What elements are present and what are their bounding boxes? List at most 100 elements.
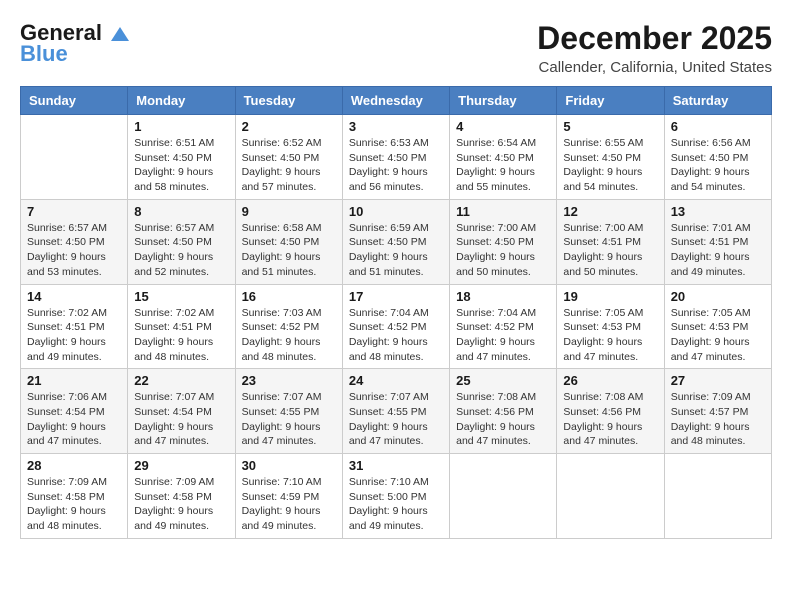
- day-number: 28: [27, 458, 121, 473]
- sunrise-label: Sunrise: 7:09 AM: [27, 476, 107, 488]
- daylight-label: Daylight: 9 hours and 53 minutes.: [27, 251, 106, 278]
- sunrise-label: Sunrise: 6:51 AM: [134, 137, 214, 149]
- calendar-cell: 13Sunrise: 7:01 AMSunset: 4:51 PMDayligh…: [664, 199, 771, 284]
- page-header: General Blue December 2025 Callender, Ca…: [20, 20, 772, 76]
- sunset-label: Sunset: 4:55 PM: [242, 406, 320, 418]
- sunrise-label: Sunrise: 7:07 AM: [349, 391, 429, 403]
- day-info: Sunrise: 7:09 AMSunset: 4:58 PMDaylight:…: [134, 475, 228, 534]
- day-number: 12: [563, 204, 657, 219]
- sunrise-label: Sunrise: 7:04 AM: [456, 307, 536, 319]
- daylight-label: Daylight: 9 hours and 51 minutes.: [349, 251, 428, 278]
- daylight-label: Daylight: 9 hours and 47 minutes.: [242, 421, 321, 448]
- col-monday: Monday: [128, 87, 235, 115]
- daylight-label: Daylight: 9 hours and 55 minutes.: [456, 166, 535, 193]
- sunrise-label: Sunrise: 6:56 AM: [671, 137, 751, 149]
- day-info: Sunrise: 7:10 AMSunset: 4:59 PMDaylight:…: [242, 475, 336, 534]
- calendar-cell: 31Sunrise: 7:10 AMSunset: 5:00 PMDayligh…: [342, 454, 449, 539]
- day-number: 16: [242, 289, 336, 304]
- day-number: 25: [456, 373, 550, 388]
- daylight-label: Daylight: 9 hours and 56 minutes.: [349, 166, 428, 193]
- sunrise-label: Sunrise: 7:04 AM: [349, 307, 429, 319]
- day-info: Sunrise: 6:59 AMSunset: 4:50 PMDaylight:…: [349, 221, 443, 280]
- calendar-row: 1Sunrise: 6:51 AMSunset: 4:50 PMDaylight…: [21, 115, 772, 200]
- daylight-label: Daylight: 9 hours and 49 minutes.: [242, 505, 321, 532]
- day-info: Sunrise: 7:03 AMSunset: 4:52 PMDaylight:…: [242, 306, 336, 365]
- sunrise-label: Sunrise: 6:58 AM: [242, 222, 322, 234]
- day-number: 18: [456, 289, 550, 304]
- calendar-cell: 20Sunrise: 7:05 AMSunset: 4:53 PMDayligh…: [664, 284, 771, 369]
- title-block: December 2025 Callender, California, Uni…: [537, 20, 772, 76]
- sunrise-label: Sunrise: 6:54 AM: [456, 137, 536, 149]
- logo: General Blue: [20, 20, 132, 67]
- sunset-label: Sunset: 4:54 PM: [27, 406, 105, 418]
- day-number: 26: [563, 373, 657, 388]
- sunset-label: Sunset: 4:53 PM: [563, 321, 641, 333]
- sunrise-label: Sunrise: 7:02 AM: [27, 307, 107, 319]
- sunrise-label: Sunrise: 7:06 AM: [27, 391, 107, 403]
- logo-icon: [109, 23, 131, 45]
- day-number: 29: [134, 458, 228, 473]
- sunset-label: Sunset: 4:50 PM: [456, 152, 534, 164]
- calendar-cell: 7Sunrise: 6:57 AMSunset: 4:50 PMDaylight…: [21, 199, 128, 284]
- day-info: Sunrise: 6:57 AMSunset: 4:50 PMDaylight:…: [27, 221, 121, 280]
- sunrise-label: Sunrise: 7:08 AM: [563, 391, 643, 403]
- daylight-label: Daylight: 9 hours and 47 minutes.: [456, 336, 535, 363]
- day-number: 19: [563, 289, 657, 304]
- day-number: 21: [27, 373, 121, 388]
- day-info: Sunrise: 7:08 AM Sunset: 4:56 PM Daylight:…: [563, 390, 657, 449]
- daylight-label: Daylight: 9 hours and 50 minutes.: [563, 251, 642, 278]
- calendar-cell: 24Sunrise: 7:07 AMSunset: 4:55 PMDayligh…: [342, 369, 449, 454]
- sunrise-label: Sunrise: 6:52 AM: [242, 137, 322, 149]
- sunset-label: Sunset: 4:50 PM: [134, 236, 212, 248]
- sunset-label: Sunset: 4:50 PM: [242, 152, 320, 164]
- calendar-cell: 10Sunrise: 6:59 AMSunset: 4:50 PMDayligh…: [342, 199, 449, 284]
- daylight-label: Daylight: 9 hours and 54 minutes.: [563, 166, 642, 193]
- calendar-cell: 2Sunrise: 6:52 AMSunset: 4:50 PMDaylight…: [235, 115, 342, 200]
- day-number: 3: [349, 119, 443, 134]
- sunset-label: Sunset: 4:50 PM: [242, 236, 320, 248]
- sunset-label: Sunset: 4:51 PM: [563, 236, 641, 248]
- calendar-cell: 6Sunrise: 6:56 AMSunset: 4:50 PMDaylight…: [664, 115, 771, 200]
- sunrise-label: Sunrise: 6:57 AM: [27, 222, 107, 234]
- col-sunday: Sunday: [21, 87, 128, 115]
- daylight-label: Daylight: 9 hours and 51 minutes.: [242, 251, 321, 278]
- calendar-cell: [21, 115, 128, 200]
- calendar-cell: 14Sunrise: 7:02 AMSunset: 4:51 PMDayligh…: [21, 284, 128, 369]
- day-info: Sunrise: 6:51 AMSunset: 4:50 PMDaylight:…: [134, 136, 228, 195]
- daylight-label: Daylight: 9 hours and 48 minutes.: [671, 421, 750, 448]
- daylight-label: Daylight: 9 hours and 47 minutes.: [671, 336, 750, 363]
- calendar-cell: 23Sunrise: 7:07 AMSunset: 4:55 PMDayligh…: [235, 369, 342, 454]
- daylight-label: Daylight: 9 hours and 54 minutes.: [671, 166, 750, 193]
- sunset-label: Sunset: 4:56 PM: [563, 406, 641, 418]
- day-info: Sunrise: 6:58 AM Sunset: 4:50 PM Daylight:…: [242, 221, 336, 280]
- day-number: 9: [242, 204, 336, 219]
- sunset-label: Sunset: 4:50 PM: [349, 152, 427, 164]
- sunset-label: Sunset: 4:50 PM: [671, 152, 749, 164]
- calendar-cell: 26 Sunrise: 7:08 AM Sunset: 4:56 PM Dayligh…: [557, 369, 664, 454]
- daylight-label: Daylight: 9 hours and 49 minutes.: [671, 251, 750, 278]
- location: Callender, California, United States: [537, 59, 772, 76]
- daylight-label: Daylight: 9 hours and 47 minutes.: [456, 421, 535, 448]
- calendar-cell: 15Sunrise: 7:02 AMSunset: 4:51 PMDayligh…: [128, 284, 235, 369]
- daylight-label: Daylight: 9 hours and 47 minutes.: [563, 421, 642, 448]
- day-number: 24: [349, 373, 443, 388]
- daylight-label: Daylight: 9 hours and 49 minutes.: [27, 336, 106, 363]
- calendar-cell: 9 Sunrise: 6:58 AM Sunset: 4:50 PM Daylight…: [235, 199, 342, 284]
- daylight-label: Daylight: 9 hours and 47 minutes.: [134, 421, 213, 448]
- day-info: Sunrise: 7:10 AMSunset: 5:00 PMDaylight:…: [349, 475, 443, 534]
- daylight-label: Daylight: 9 hours and 48 minutes.: [349, 336, 428, 363]
- sunrise-label: Sunrise: 7:01 AM: [671, 222, 751, 234]
- day-info: Sunrise: 6:53 AMSunset: 4:50 PMDaylight:…: [349, 136, 443, 195]
- sunrise-label: Sunrise: 7:09 AM: [671, 391, 751, 403]
- day-number: 13: [671, 204, 765, 219]
- calendar-cell: 17Sunrise: 7:04 AMSunset: 4:52 PMDayligh…: [342, 284, 449, 369]
- day-number: 15: [134, 289, 228, 304]
- day-info: Sunrise: 7:05 AMSunset: 4:53 PMDaylight:…: [671, 306, 765, 365]
- daylight-label: Daylight: 9 hours and 47 minutes.: [27, 421, 106, 448]
- sunrise-label: Sunrise: 7:02 AM: [134, 307, 214, 319]
- calendar-cell: 4Sunrise: 6:54 AMSunset: 4:50 PMDaylight…: [450, 115, 557, 200]
- day-number: 2: [242, 119, 336, 134]
- calendar-cell: 27Sunrise: 7:09 AMSunset: 4:57 PMDayligh…: [664, 369, 771, 454]
- calendar-cell: [557, 454, 664, 539]
- col-saturday: Saturday: [664, 87, 771, 115]
